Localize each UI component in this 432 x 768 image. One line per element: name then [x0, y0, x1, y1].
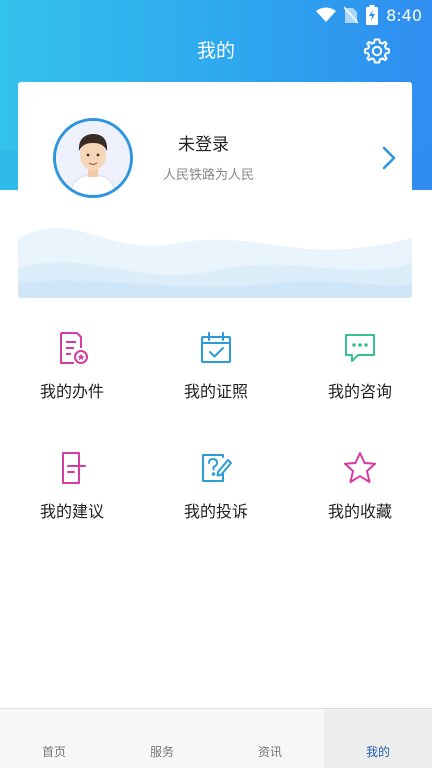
- chevron-right-icon[interactable]: [378, 144, 400, 172]
- app-screen: 8:40 我的 未登录 人民铁路为人民 我的办件 我的证照 我的咨询 我的建议 …: [0, 0, 432, 768]
- status-icons: 8:40: [316, 4, 422, 26]
- tab-news[interactable]: 资讯: [216, 709, 324, 768]
- grid-label: 我的咨询: [327, 382, 392, 401]
- grid-item-my-suggestions[interactable]: 我的建议: [0, 438, 144, 538]
- suggestion-doc-icon: [62, 452, 86, 484]
- wifi-icon: [316, 7, 337, 22]
- tab-services[interactable]: 服务: [108, 709, 216, 768]
- card-wave-decoration: [18, 228, 412, 298]
- battery-charging-icon: [366, 5, 379, 25]
- grid-label: 我的办件: [39, 382, 104, 401]
- grid-label: 我的证照: [183, 382, 248, 401]
- no-sim-icon: [344, 6, 359, 24]
- status-bar: 8:40: [0, 0, 432, 30]
- gear-icon: [364, 38, 390, 64]
- chat-bubble-icon: [345, 334, 375, 362]
- profile-card[interactable]: 未登录 人民铁路为人民: [18, 82, 412, 298]
- tab-mine[interactable]: 我的: [324, 709, 432, 768]
- grid-item-my-cases[interactable]: 我的办件: [0, 318, 144, 418]
- grid-item-my-certificates[interactable]: 我的证照: [144, 318, 288, 418]
- avatar[interactable]: [53, 118, 133, 198]
- status-time: 8:40: [386, 5, 422, 25]
- grid-item-my-inquiries[interactable]: 我的咨询: [288, 318, 432, 418]
- tab-home[interactable]: 首页: [0, 709, 108, 768]
- title-bar: 我的: [0, 30, 432, 70]
- user-avatar-illustration: [56, 121, 130, 195]
- complaint-edit-icon: [202, 454, 232, 482]
- document-badge-icon: [60, 332, 88, 364]
- star-icon: [344, 452, 376, 483]
- grid-item-my-complaints[interactable]: 我的投诉: [144, 438, 288, 538]
- grid-label: 我的投诉: [183, 502, 248, 521]
- grid-item-my-favorites[interactable]: 我的收藏: [288, 438, 432, 538]
- profile-slogan: 人民铁路为人民: [163, 168, 255, 183]
- bottom-tab-bar: 首页 服务 资讯 我的: [0, 708, 432, 768]
- calendar-check-icon: [201, 332, 231, 363]
- grid-label: 我的建议: [39, 502, 104, 521]
- grid-label: 我的收藏: [327, 502, 392, 521]
- settings-button[interactable]: [362, 36, 392, 66]
- login-status[interactable]: 未登录: [178, 130, 229, 155]
